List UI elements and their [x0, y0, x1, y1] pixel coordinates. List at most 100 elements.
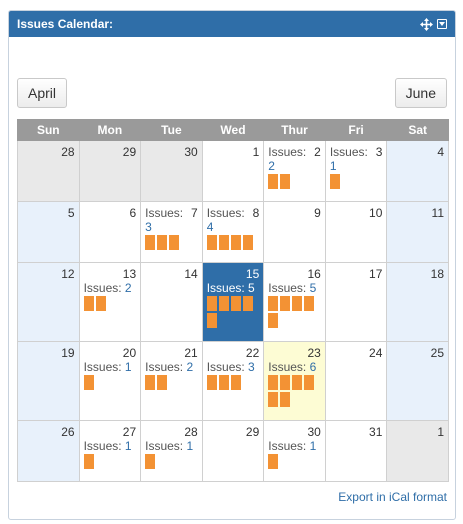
- calendar-day-cell[interactable]: 30: [140, 140, 203, 202]
- issue-bar[interactable]: [304, 296, 315, 311]
- issue-count-link[interactable]: 4: [207, 220, 214, 234]
- day-number: 25: [430, 346, 444, 360]
- calendar-day-cell[interactable]: 29: [201, 420, 265, 482]
- calendar-day-cell[interactable]: 15 Issues: 5: [201, 262, 265, 342]
- calendar-day-cell[interactable]: 14: [140, 262, 203, 342]
- issue-count-link[interactable]: 1: [125, 439, 132, 453]
- calendar-day-cell[interactable]: 28: [17, 140, 80, 202]
- calendar-day-cell[interactable]: 1: [201, 140, 265, 202]
- issue-bar[interactable]: [218, 375, 229, 390]
- issue-bar[interactable]: [230, 296, 241, 311]
- calendar-day-cell[interactable]: 20 Issues: 1: [78, 341, 142, 421]
- day-number: 21: [184, 346, 198, 360]
- calendar-day-cell[interactable]: 23 Issues: 6: [263, 341, 326, 421]
- issues-label: Issues:: [206, 360, 245, 374]
- issue-count-link[interactable]: 3: [248, 360, 255, 374]
- calendar-day-cell[interactable]: 27 Issues: 1: [78, 420, 142, 482]
- calendar-week-row: 5 6 Issues: 7 3 Issues: 8 4 9 10 11: [17, 201, 449, 263]
- issue-bar[interactable]: [206, 235, 217, 250]
- calendar-day-cell[interactable]: 30 Issues: 1: [263, 420, 326, 482]
- calendar-day-cell[interactable]: 4: [386, 140, 449, 202]
- issue-bar[interactable]: [230, 375, 241, 390]
- calendar-day-cell[interactable]: 26: [17, 420, 80, 482]
- calendar-day-cell[interactable]: 28 Issues: 1: [140, 420, 203, 482]
- calendar-day-cell[interactable]: 9: [263, 201, 326, 263]
- issue-bar[interactable]: [218, 296, 229, 311]
- calendar-day-cell[interactable]: 6: [78, 201, 142, 263]
- calendar-day-cell[interactable]: 17: [324, 262, 388, 342]
- issue-bar[interactable]: [268, 454, 279, 469]
- calendar-day-cell[interactable]: 12: [17, 262, 80, 342]
- issue-count-link[interactable]: 6: [310, 360, 317, 374]
- issue-bar[interactable]: [218, 235, 229, 250]
- calendar-day-cell[interactable]: 29: [78, 140, 142, 202]
- issue-bar[interactable]: [206, 296, 217, 311]
- issue-bar[interactable]: [157, 375, 168, 390]
- issue-bars: [206, 296, 260, 328]
- calendar-day-cell[interactable]: 22 Issues: 3: [201, 341, 265, 421]
- calendar-day-cell[interactable]: Issues: 2 2: [263, 140, 326, 202]
- calendar-day-cell[interactable]: 5: [17, 201, 80, 263]
- calendar-day-cell[interactable]: 31: [324, 420, 388, 482]
- issue-bar[interactable]: [329, 174, 340, 189]
- issue-bar[interactable]: [95, 296, 106, 311]
- issue-bar[interactable]: [157, 235, 168, 250]
- calendar-day-cell[interactable]: 11: [386, 201, 449, 263]
- day-number: 12: [61, 267, 75, 281]
- issue-bar[interactable]: [145, 454, 156, 469]
- issue-bar[interactable]: [280, 375, 291, 390]
- issue-bar[interactable]: [169, 235, 180, 250]
- calendar-day-cell[interactable]: 1: [386, 420, 449, 482]
- issue-bar[interactable]: [145, 375, 156, 390]
- issue-count-link[interactable]: 3: [145, 220, 152, 234]
- export-ical-link[interactable]: Export in iCal format: [338, 490, 447, 504]
- issue-count-link[interactable]: 5: [248, 281, 255, 295]
- day-number: 8: [252, 206, 260, 220]
- widget-menu-icon[interactable]: [437, 19, 447, 29]
- issue-bar[interactable]: [280, 392, 291, 407]
- issue-bar[interactable]: [292, 296, 303, 311]
- calendar-day-cell[interactable]: Issues: 7 3: [140, 201, 203, 263]
- issue-bar[interactable]: [230, 235, 241, 250]
- issue-count-link[interactable]: 1: [330, 159, 337, 173]
- issue-count-link[interactable]: 1: [125, 360, 132, 374]
- day-number: 16: [307, 267, 321, 281]
- issue-bar[interactable]: [280, 296, 291, 311]
- calendar-day-cell[interactable]: 16 Issues: 5: [263, 262, 326, 342]
- calendar-day-cell[interactable]: 21 Issues: 2: [140, 341, 203, 421]
- issue-bar[interactable]: [83, 454, 94, 469]
- issue-count-link[interactable]: 2: [186, 360, 193, 374]
- day-number: 19: [61, 346, 75, 360]
- calendar-day-cell[interactable]: 10: [324, 201, 388, 263]
- issue-bar[interactable]: [242, 296, 253, 311]
- calendar-day-cell[interactable]: 13 Issues: 2: [78, 262, 142, 342]
- issue-bar[interactable]: [268, 174, 279, 189]
- issue-bar[interactable]: [242, 235, 253, 250]
- issue-bar[interactable]: [280, 174, 291, 189]
- issue-bar[interactable]: [83, 375, 94, 390]
- issue-bar[interactable]: [304, 375, 315, 390]
- issue-count-link[interactable]: 1: [186, 439, 193, 453]
- issue-bar[interactable]: [206, 313, 217, 328]
- next-month-button[interactable]: June: [394, 78, 447, 108]
- calendar-day-cell[interactable]: Issues: 8 4: [201, 201, 265, 263]
- prev-month-button[interactable]: April: [17, 78, 68, 108]
- issue-bar[interactable]: [292, 375, 303, 390]
- issue-bar[interactable]: [268, 296, 279, 311]
- calendar-day-cell[interactable]: 24: [324, 341, 388, 421]
- move-icon[interactable]: [420, 17, 433, 31]
- issue-bar[interactable]: [83, 296, 94, 311]
- issue-bar[interactable]: [268, 392, 279, 407]
- calendar-day-cell[interactable]: 25: [386, 341, 449, 421]
- calendar-day-cell[interactable]: 19: [17, 341, 80, 421]
- issue-bar[interactable]: [268, 375, 279, 390]
- issue-count-link[interactable]: 5: [310, 281, 317, 295]
- calendar-day-cell[interactable]: 18: [386, 262, 449, 342]
- calendar-day-cell[interactable]: Issues: 3 1: [324, 140, 388, 202]
- issue-bar[interactable]: [206, 375, 217, 390]
- issue-bar[interactable]: [145, 235, 156, 250]
- issue-count-link[interactable]: 2: [268, 159, 275, 173]
- issue-count-link[interactable]: 1: [310, 439, 317, 453]
- issue-bar[interactable]: [268, 313, 279, 328]
- issue-count-link[interactable]: 2: [125, 281, 132, 295]
